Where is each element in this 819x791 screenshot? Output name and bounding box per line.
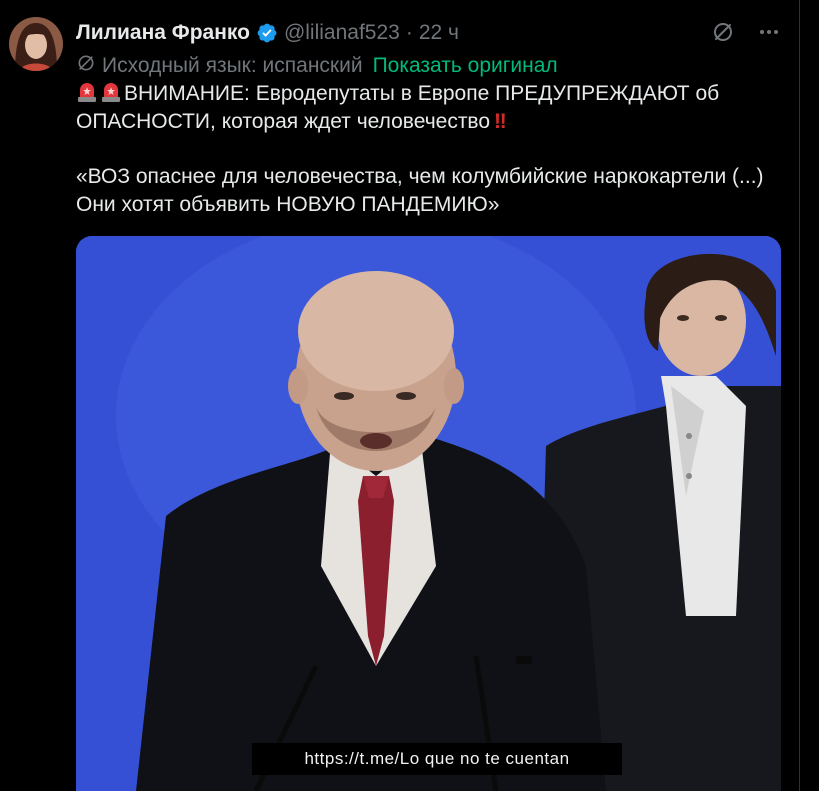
police-light-icon bbox=[100, 81, 122, 103]
avatar[interactable] bbox=[9, 17, 63, 71]
separator-dot: · bbox=[405, 21, 413, 44]
show-original-link[interactable]: Показать оригинал bbox=[373, 54, 558, 78]
double-exclamation-icon: ‼ bbox=[494, 110, 507, 133]
police-light-icon bbox=[76, 81, 98, 103]
avatar-image bbox=[9, 17, 63, 71]
video-frame bbox=[76, 236, 781, 791]
author-handle[interactable]: @lilianaf523 bbox=[284, 21, 400, 45]
tweet-text: ВНИМАНИЕ: Евродепутаты в Европе ПРЕДУПРЕ… bbox=[76, 80, 776, 219]
more-dots-icon[interactable] bbox=[757, 20, 781, 49]
slash-circle-icon[interactable] bbox=[711, 20, 735, 49]
tweet-paragraph-2: «ВОЗ опаснее для человечества, чем колум… bbox=[76, 165, 764, 216]
verified-badge-icon[interactable] bbox=[256, 22, 278, 44]
tweet-header: Лилиана Франко @lilianaf523 · 22 ч bbox=[76, 18, 459, 48]
translate-icon bbox=[76, 53, 96, 79]
tweet-timestamp[interactable]: 22 ч bbox=[419, 21, 459, 45]
author-name[interactable]: Лилиана Франко bbox=[76, 21, 250, 45]
tweet-line-1: ВНИМАНИЕ: Евродепутаты в Европе ПРЕДУПРЕ… bbox=[76, 82, 720, 133]
translation-notice: Исходный язык: испанский Показать оригин… bbox=[76, 53, 558, 79]
tweet[interactable]: Лилиана Франко @lilianaf523 · 22 ч Исход… bbox=[0, 0, 800, 791]
tweet-paragraph-1: ВНИМАНИЕ: Евродепутаты в Европе ПРЕДУПРЕ… bbox=[76, 80, 776, 136]
video-caption: https://t.me/Lo que no te cuentan bbox=[252, 743, 622, 775]
source-language-label: Исходный язык: испанский bbox=[102, 54, 363, 77]
tweet-actions bbox=[711, 20, 781, 49]
video-player[interactable]: https://t.me/Lo que no te cuentan bbox=[76, 236, 781, 791]
